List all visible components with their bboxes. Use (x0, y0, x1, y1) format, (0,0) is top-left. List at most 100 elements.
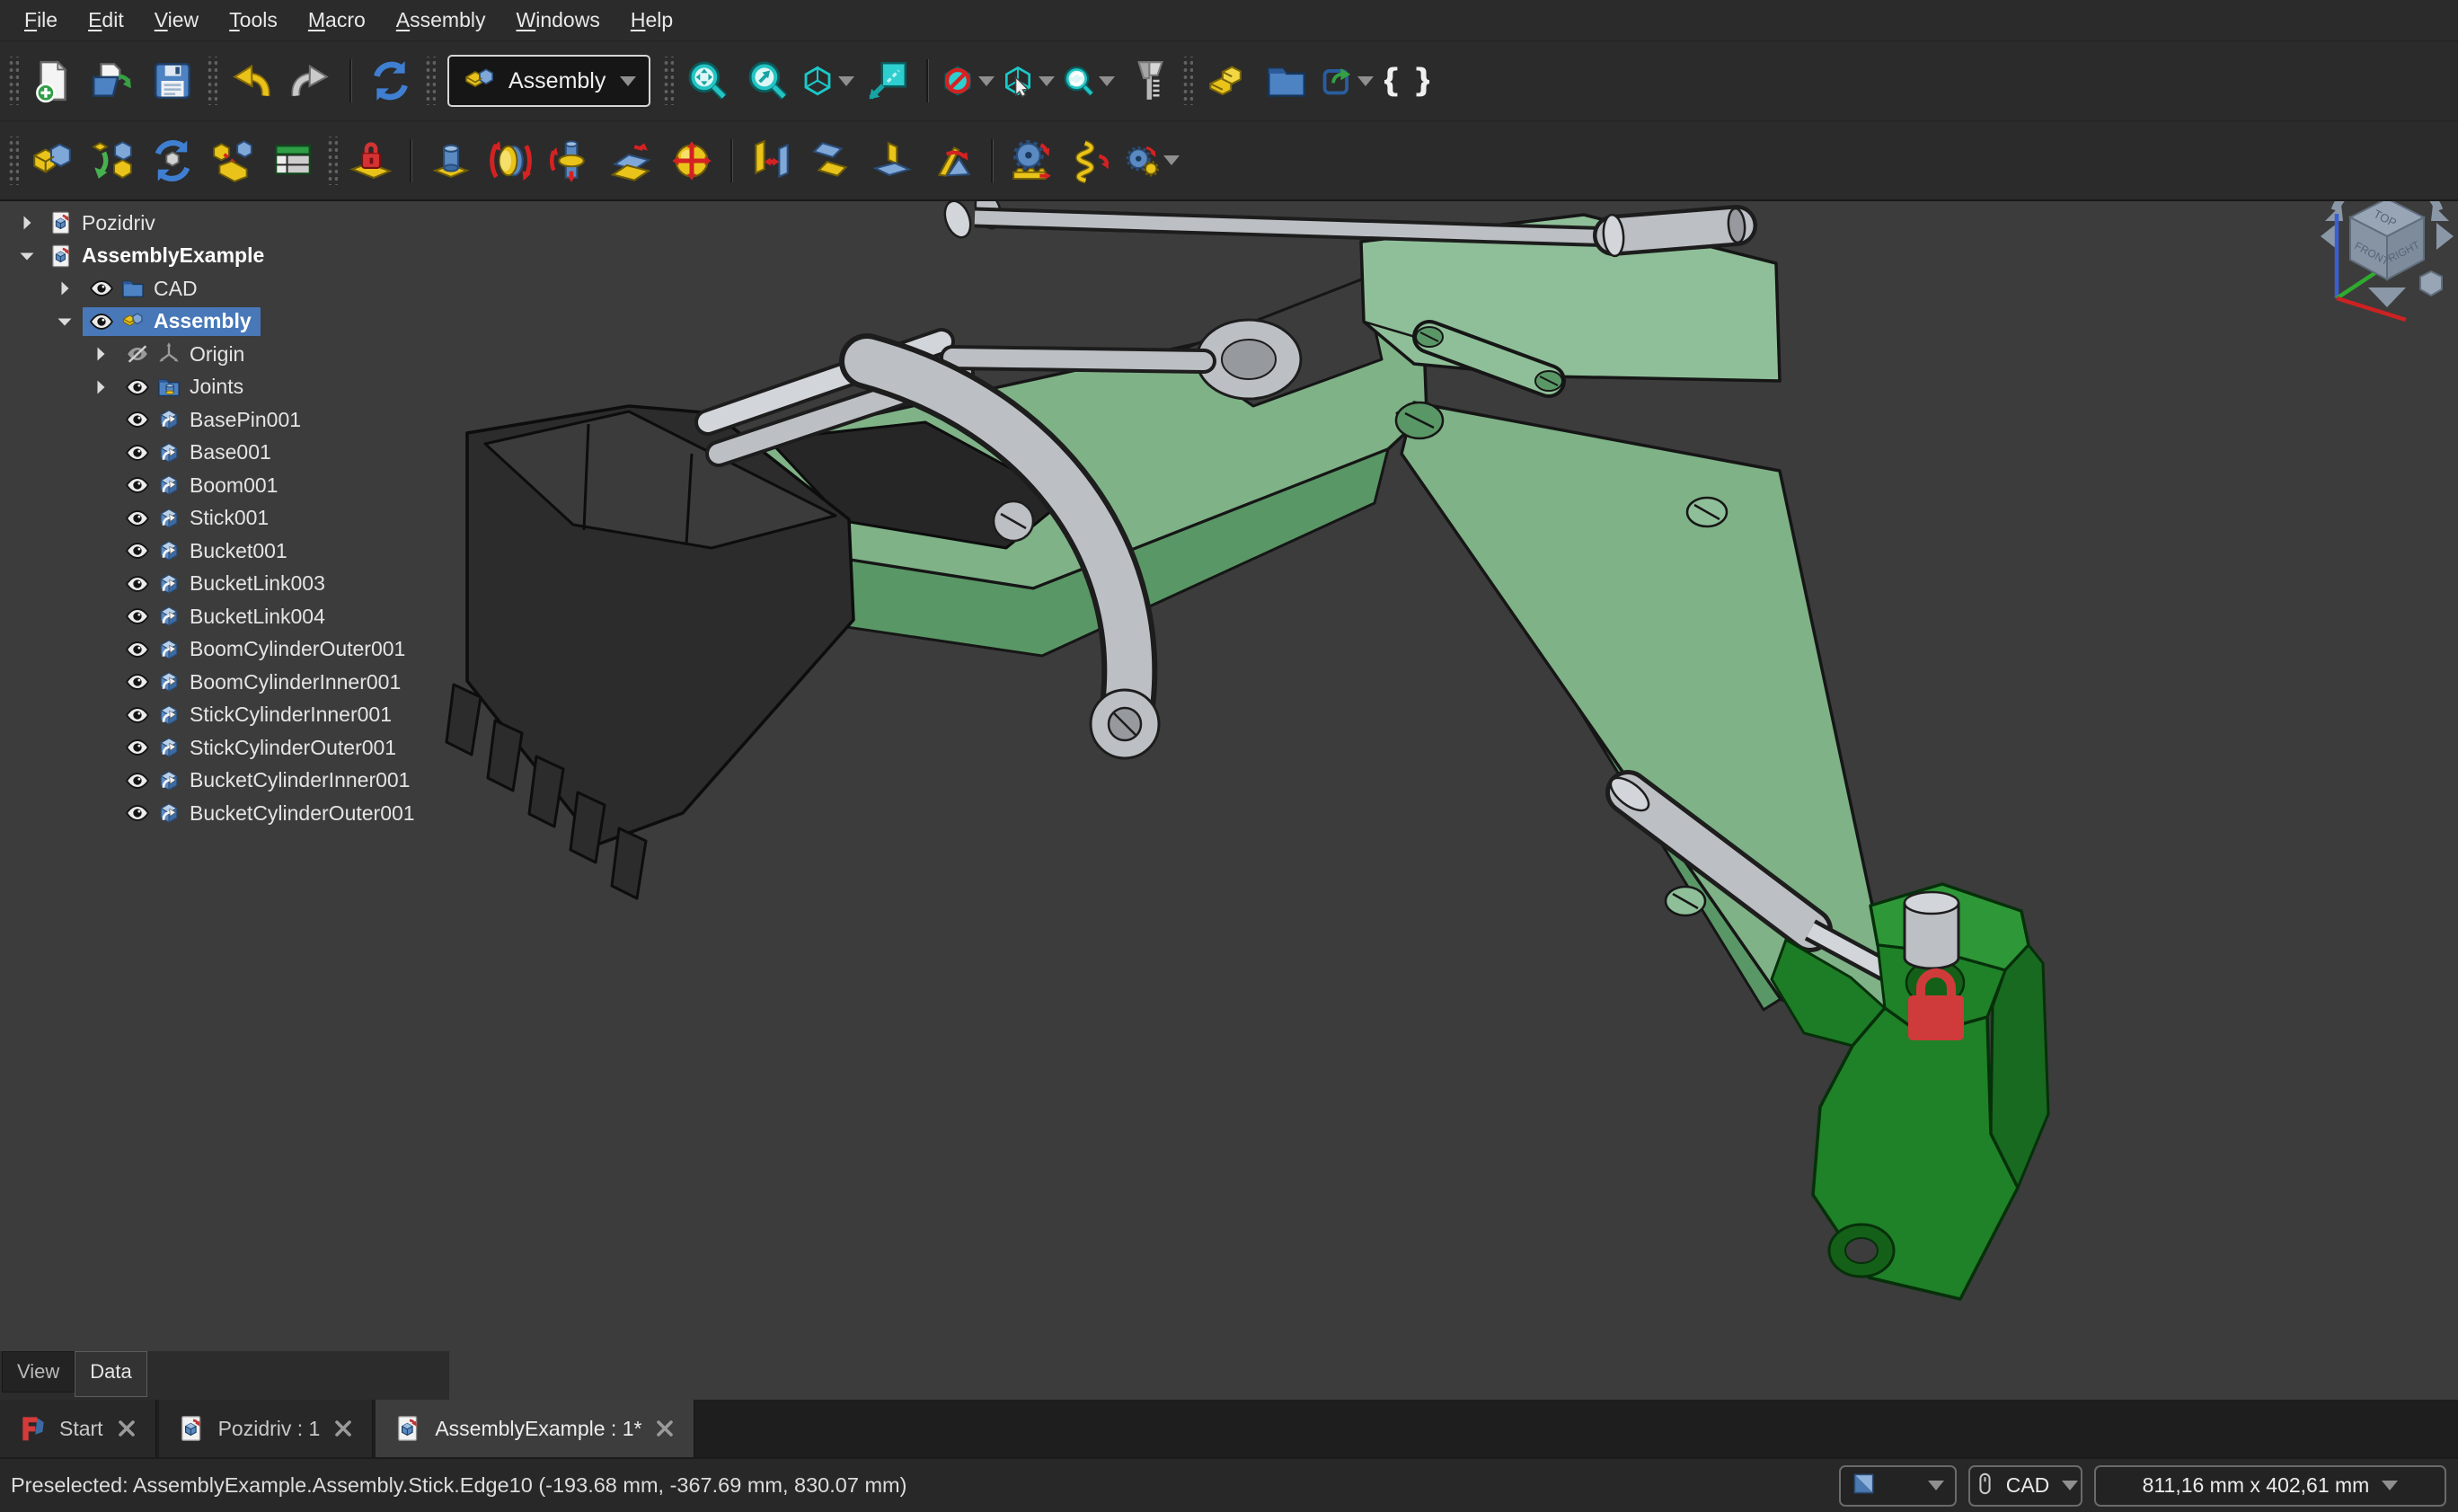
tree-arrow-collapsed-icon[interactable] (47, 278, 83, 299)
part-steps-button[interactable] (1199, 53, 1253, 109)
visibility-eye-icon[interactable] (120, 538, 155, 563)
tree-item-StickCylinderOuter001[interactable]: StickCylinderOuter001 (0, 731, 449, 765)
selection-view-button[interactable] (1001, 53, 1055, 109)
visibility-eye-icon[interactable] (120, 473, 155, 498)
isometric-view-button[interactable] (800, 53, 854, 109)
joint-screw-button[interactable] (1065, 133, 1119, 189)
menu-macro[interactable]: Macro (293, 3, 381, 38)
panel-tab-data[interactable]: Data (75, 1351, 146, 1397)
workbench-selector[interactable]: Assembly (447, 55, 650, 107)
joint-perpendicular-button[interactable] (865, 133, 919, 189)
folder-open-button[interactable] (1260, 53, 1313, 109)
tree-item-BucketLink004[interactable]: BucketLink004 (0, 600, 449, 633)
visibility-eye-icon[interactable] (120, 735, 155, 760)
tree-item-Bucket001[interactable]: Bucket001 (0, 535, 449, 568)
zoom-selection-button[interactable] (740, 53, 794, 109)
visibility-eye-icon[interactable] (84, 276, 119, 301)
toolbar-grip[interactable] (7, 57, 19, 105)
close-icon[interactable] (332, 1418, 354, 1439)
tree-item-Stick001[interactable]: Stick001 (0, 502, 449, 535)
assembly-solve-button[interactable] (146, 133, 199, 189)
menu-edit[interactable]: Edit (73, 3, 139, 38)
draw-style-dropdown[interactable] (1839, 1465, 1957, 1507)
tree-arrow-collapsed-icon[interactable] (83, 376, 119, 398)
document-tab-assemblyexample-1-[interactable]: AssemblyExample : 1* (376, 1400, 694, 1457)
expression-braces-button[interactable]: { } (1380, 53, 1434, 109)
tree-item-CAD[interactable]: CAD (0, 272, 449, 305)
tree-item-Joints[interactable]: Joints (0, 371, 449, 404)
view-dimensions-dropdown[interactable]: 811,16 mm x 402,61 mm (2094, 1465, 2446, 1507)
tree-item-StickCylinderInner001[interactable]: StickCylinderInner001 (0, 699, 449, 732)
toolbar-grip[interactable] (1181, 57, 1193, 105)
toolbar-grip[interactable] (7, 137, 19, 185)
menu-tools[interactable]: Tools (214, 3, 293, 38)
visibility-eye-icon[interactable] (120, 768, 155, 793)
clipping-plane-button[interactable] (941, 53, 995, 109)
visibility-eye-icon[interactable] (120, 506, 155, 531)
visibility-eye-icon[interactable] (120, 703, 155, 728)
redo-button[interactable] (284, 53, 338, 109)
share-view-button[interactable] (1320, 53, 1374, 109)
base-pin[interactable] (1905, 892, 1958, 968)
joint-distance-button[interactable] (745, 133, 799, 189)
menu-windows[interactable]: Windows (501, 3, 615, 38)
close-icon[interactable] (116, 1418, 137, 1439)
undo-button[interactable] (224, 53, 278, 109)
toggle-grounded-button[interactable] (344, 133, 398, 189)
joint-gears-button[interactable] (1126, 133, 1180, 189)
zoom-refresh-button[interactable] (1061, 53, 1115, 109)
joint-ball-button[interactable] (665, 133, 719, 189)
tree-arrow-expanded-icon[interactable] (9, 245, 45, 267)
tree-item-Assembly[interactable]: Assembly (0, 305, 449, 339)
joint-fixed-button[interactable] (424, 133, 478, 189)
assembly-create-button[interactable] (25, 133, 79, 189)
tree-arrow-collapsed-icon[interactable] (83, 343, 119, 365)
new-file-button[interactable] (25, 53, 79, 109)
panel-tab-view[interactable]: View (2, 1351, 75, 1393)
menu-file[interactable]: File (9, 3, 73, 38)
visibility-eye-icon[interactable] (120, 800, 155, 826)
close-icon[interactable] (654, 1418, 676, 1439)
tree-item-AssemblyExample[interactable]: AssemblyExample (0, 240, 449, 273)
tree-item-BucketLink003[interactable]: BucketLink003 (0, 568, 449, 601)
visibility-eye-icon[interactable] (120, 604, 155, 629)
joint-cylindrical-button[interactable] (544, 133, 598, 189)
measure-button[interactable] (1121, 53, 1175, 109)
visibility-eye-icon[interactable] (120, 440, 155, 465)
visibility-eye-icon[interactable] (120, 637, 155, 662)
tree-item-Pozidriv[interactable]: Pozidriv (0, 207, 449, 240)
tree-item-BoomCylinderOuter001[interactable]: BoomCylinderOuter001 (0, 633, 449, 667)
toolbar-grip[interactable] (206, 57, 217, 105)
visibility-eye-icon[interactable] (120, 375, 155, 400)
save-file-button[interactable] (146, 53, 199, 109)
joint-parallel-button[interactable] (805, 133, 859, 189)
assembly-new-joint-button[interactable] (206, 133, 260, 189)
open-file-button[interactable] (85, 53, 139, 109)
tree-item-BucketCylinderInner001[interactable]: BucketCylinderInner001 (0, 765, 449, 798)
joint-planar-button[interactable] (605, 133, 659, 189)
visibility-hidden-eye-icon[interactable] (120, 341, 155, 367)
navcube-mini-cube[interactable] (2420, 271, 2442, 296)
toolbar-grip[interactable] (424, 57, 436, 105)
visibility-eye-icon[interactable] (120, 407, 155, 432)
go-to-linked-button[interactable] (861, 53, 915, 109)
document-tab-start[interactable]: Start (0, 1400, 156, 1457)
visibility-eye-icon[interactable] (120, 669, 155, 694)
refresh-button[interactable] (364, 53, 418, 109)
navigation-style-dropdown[interactable]: CAD (1968, 1465, 2082, 1507)
tree-item-BucketCylinderOuter001[interactable]: BucketCylinderOuter001 (0, 797, 449, 830)
tree-arrow-expanded-icon[interactable] (47, 311, 83, 332)
toolbar-grip[interactable] (326, 137, 338, 185)
menu-help[interactable]: Help (615, 3, 688, 38)
menu-assembly[interactable]: Assembly (381, 3, 501, 38)
joint-rack-pinion-button[interactable] (1005, 133, 1059, 189)
bill-of-materials-button[interactable] (266, 133, 320, 189)
visibility-eye-icon[interactable] (120, 571, 155, 597)
joint-angle-button[interactable] (925, 133, 979, 189)
tree-item-Origin[interactable]: Origin (0, 338, 449, 371)
tree-item-BoomCylinderInner001[interactable]: BoomCylinderInner001 (0, 666, 449, 699)
toolbar-grip[interactable] (662, 57, 674, 105)
tree-item-BasePin001[interactable]: BasePin001 (0, 403, 449, 437)
assembly-insert-button[interactable] (85, 133, 139, 189)
tree-item-Base001[interactable]: Base001 (0, 437, 449, 470)
